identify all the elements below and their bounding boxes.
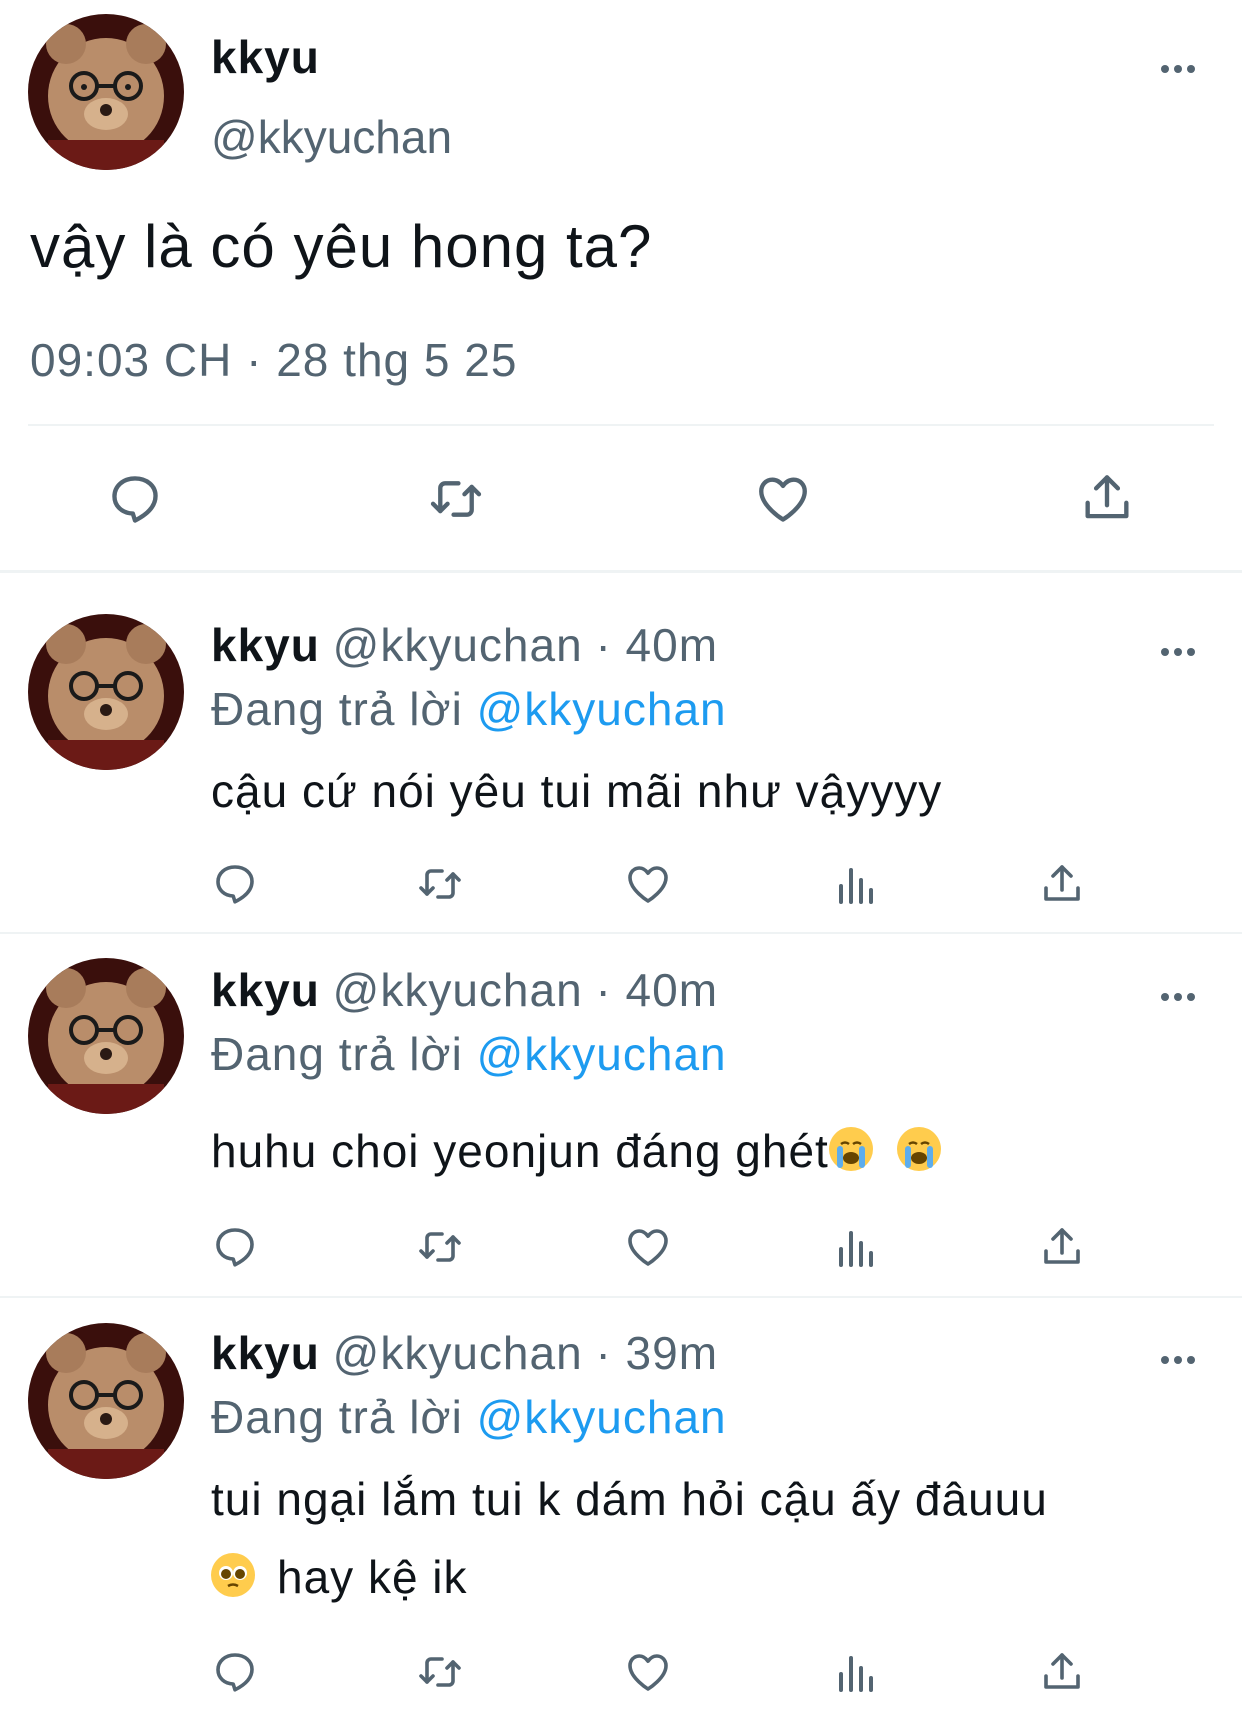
reply-text-row: hay kệ ik	[211, 1550, 468, 1604]
action-bar	[211, 860, 1091, 910]
divider	[0, 1296, 1242, 1298]
retweet-button[interactable]	[425, 470, 487, 528]
more-icon[interactable]	[1161, 988, 1201, 1002]
replying-to: Đang trả lời @kkyuchan	[211, 1027, 727, 1081]
display-name[interactable]: kkyu	[211, 964, 320, 1016]
replying-label: Đang trả lời	[211, 683, 463, 735]
handle[interactable]: @kkyuchan	[333, 619, 583, 671]
replying-label: Đang trả lời	[211, 1028, 463, 1080]
avatar[interactable]	[28, 14, 184, 170]
timestamp[interactable]: 09:03 CH · 28 thg 5 25	[30, 333, 517, 387]
share-icon[interactable]	[1038, 1223, 1086, 1271]
reply-icon[interactable]	[211, 1223, 259, 1271]
reply-text: cậu cứ nói yêu tui mãi như vậyyyy	[211, 765, 943, 817]
tweet-text: vậy là có yêu hong ta?	[30, 213, 653, 280]
avatar[interactable]	[28, 958, 184, 1114]
reply-header: kkyu @kkyuchan · 40m	[211, 618, 718, 672]
display-name[interactable]: kkyu	[211, 1327, 320, 1379]
loudly-crying-face-icon	[896, 1127, 941, 1171]
reply-icon[interactable]	[211, 1648, 259, 1696]
share-icon	[1085, 475, 1129, 519]
more-icon[interactable]	[1161, 60, 1201, 74]
display-name[interactable]: kkyu	[211, 619, 320, 671]
action-bar	[211, 1648, 1091, 1698]
pleading-face-icon	[211, 1553, 255, 1597]
retweet-icon[interactable]	[414, 1223, 466, 1271]
mention-link[interactable]: @kkyuchan	[477, 683, 727, 735]
relative-time[interactable]: · 39m	[595, 1327, 718, 1379]
display-name[interactable]: kkyu	[211, 30, 320, 84]
relative-time[interactable]: · 40m	[595, 964, 718, 1016]
views-icon[interactable]	[831, 860, 879, 908]
views-icon[interactable]	[831, 1223, 879, 1271]
like-icon[interactable]	[624, 860, 672, 908]
replying-to: Đang trả lời @kkyuchan	[211, 1390, 727, 1444]
reply-header: kkyu @kkyuchan · 39m	[211, 1326, 718, 1380]
handle[interactable]: @kkyuchan	[333, 964, 583, 1016]
reply-text: hay kệ ik	[277, 1551, 468, 1603]
mention-link[interactable]: @kkyuchan	[477, 1391, 727, 1443]
share-icon[interactable]	[1038, 1648, 1086, 1696]
like-button[interactable]	[754, 470, 812, 528]
divider	[0, 932, 1242, 934]
reply-text: huhu choi yeonjun đáng ghét	[211, 1125, 829, 1177]
retweet-icon[interactable]	[414, 860, 466, 908]
reply-header: kkyu @kkyuchan · 40m	[211, 963, 718, 1017]
views-icon[interactable]	[831, 1648, 879, 1696]
relative-time[interactable]: · 40m	[595, 619, 718, 671]
divider	[0, 570, 1242, 573]
like-icon[interactable]	[624, 1648, 672, 1696]
action-bar	[211, 1223, 1091, 1273]
more-icon[interactable]	[1161, 1351, 1201, 1365]
reply-text: tui ngại lắm tui k dám hỏi cậu ấy đâuuu	[211, 1473, 1048, 1525]
mention-link[interactable]: @kkyuchan	[477, 1028, 727, 1080]
share-icon[interactable]	[1038, 860, 1086, 908]
retweet-icon	[430, 481, 482, 517]
reply-icon	[112, 476, 158, 523]
reply-button[interactable]	[106, 470, 164, 528]
like-icon[interactable]	[624, 1223, 672, 1271]
reply-icon[interactable]	[211, 860, 259, 908]
divider	[28, 424, 1214, 426]
handle[interactable]: @kkyuchan	[211, 110, 452, 164]
retweet-icon[interactable]	[414, 1648, 466, 1696]
loudly-crying-face-icon	[828, 1127, 873, 1171]
avatar[interactable]	[28, 614, 184, 770]
handle[interactable]: @kkyuchan	[333, 1327, 583, 1379]
share-button[interactable]	[1078, 468, 1136, 528]
more-icon[interactable]	[1161, 643, 1201, 657]
replying-label: Đang trả lời	[211, 1391, 463, 1443]
reply-text-row: huhu choi yeonjun đáng ghét	[211, 1124, 941, 1178]
like-icon	[759, 477, 807, 522]
replying-to: Đang trả lời @kkyuchan	[211, 682, 727, 736]
avatar[interactable]	[28, 1323, 184, 1479]
